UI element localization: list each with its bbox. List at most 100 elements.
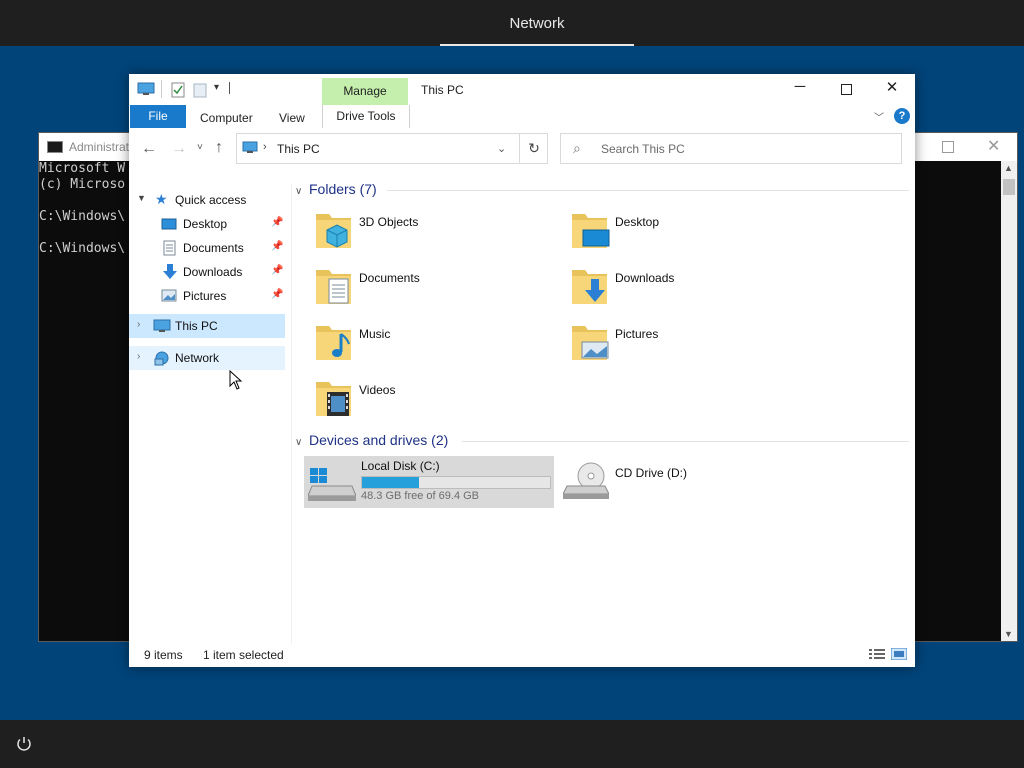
pin-icon: 📌: [271, 241, 284, 252]
file-explorer-window[interactable]: ▾ Manage This PC ─ ✕ File Computer View …: [129, 74, 915, 667]
top-bar: Network: [0, 0, 1024, 46]
drive-item-d[interactable]: CD Drive (D:): [561, 456, 811, 508]
help-icon[interactable]: ?: [894, 108, 910, 124]
nav-item-documents[interactable]: Documents 📌: [129, 236, 289, 260]
search-icon: ⌕: [573, 140, 581, 156]
cmd-icon: [47, 141, 63, 153]
network-icon: [154, 351, 169, 366]
details-view-icon[interactable]: [869, 648, 885, 660]
cmd-line: [39, 193, 125, 209]
expand-arrow-icon[interactable]: ›: [137, 319, 140, 330]
section-title: Devices and drives (2): [309, 432, 449, 448]
music-folder-icon: [316, 326, 351, 360]
pictures-icon: [161, 289, 177, 302]
desktop-folder-icon: [572, 214, 610, 248]
cmd-scrollbar[interactable]: ▲ ▼: [1001, 161, 1017, 641]
folder-item[interactable]: Pictures: [569, 320, 799, 370]
folder-item[interactable]: Documents: [313, 264, 543, 314]
nav-quick-access[interactable]: ▼ ★ Quick access: [129, 188, 289, 212]
scroll-up-icon[interactable]: ▲: [1004, 163, 1013, 173]
tab-view[interactable]: View: [279, 108, 305, 128]
search-box[interactable]: ⌕: [560, 133, 902, 164]
this-pc-icon[interactable]: [137, 82, 155, 96]
nav-item-pictures[interactable]: Pictures 📌: [129, 284, 289, 308]
section-title: Folders (7): [309, 181, 377, 197]
expand-arrow-icon[interactable]: ›: [137, 351, 140, 362]
address-path[interactable]: This PC: [277, 142, 320, 156]
documents-icon: [163, 240, 176, 256]
folders-header[interactable]: ∨ Folders (7): [295, 181, 377, 199]
nav-item-downloads[interactable]: Downloads 📌: [129, 260, 289, 284]
top-bar-underline: [440, 44, 634, 46]
power-options-icon[interactable]: [14, 734, 34, 754]
top-bar-title: Network: [509, 15, 565, 32]
drive-label: CD Drive (D:): [615, 466, 687, 480]
cmd-line: Microsoft W: [39, 161, 126, 176]
downloads-folder-icon: [572, 270, 607, 304]
star-icon: ★: [155, 191, 168, 207]
refresh-icon[interactable]: ↻: [519, 134, 548, 163]
drive-label: Local Disk (C:): [361, 459, 440, 473]
cmd-close-icon[interactable]: ✕: [987, 136, 1000, 156]
folder-item[interactable]: Videos: [313, 376, 543, 426]
folder-item[interactable]: Music: [313, 320, 543, 370]
folder-label: Music: [359, 327, 391, 341]
folder-item[interactable]: Desktop: [569, 208, 799, 258]
nav-item-desktop[interactable]: Desktop 📌: [129, 212, 289, 236]
folder-item[interactable]: 3D Objects: [313, 208, 543, 258]
expand-arrow-icon[interactable]: ▼: [137, 193, 146, 203]
this-pc-icon: [153, 319, 171, 332]
section-divider: [462, 441, 909, 442]
manage-contextual-header: Manage: [322, 78, 408, 105]
folder-label: Documents: [359, 271, 420, 285]
scroll-thumb[interactable]: [1003, 179, 1015, 195]
folder-item[interactable]: Downloads: [569, 264, 799, 314]
drive-item-c[interactable]: Local Disk (C:) 48.3 GB free of 69.4 GB: [304, 456, 554, 508]
scroll-down-icon[interactable]: ▼: [1004, 629, 1013, 639]
videos-folder-icon: [316, 382, 351, 416]
back-icon[interactable]: ←: [141, 140, 157, 158]
search-input[interactable]: [599, 139, 893, 159]
nav-label: Downloads: [183, 265, 243, 279]
cmd-line: (c) Microso: [39, 177, 126, 192]
customize-qat-icon[interactable]: ▾: [214, 82, 219, 93]
folder-label: Videos: [359, 383, 396, 397]
expand-ribbon-icon[interactable]: ﹀: [874, 109, 884, 124]
pin-icon: 📌: [271, 217, 284, 228]
tab-file[interactable]: File: [130, 105, 186, 128]
window-title: This PC: [421, 83, 464, 97]
forward-icon[interactable]: →: [171, 140, 187, 158]
recent-locations-icon[interactable]: ˅: [197, 142, 203, 153]
drive-usage-fill: [362, 477, 420, 488]
maximize-button[interactable]: [823, 78, 869, 100]
selection-count: 1 item selected: [203, 648, 284, 662]
breadcrumb-chevron-icon[interactable]: ›: [263, 141, 267, 153]
nav-label: Pictures: [183, 289, 227, 303]
cmd-output: Microsoft W (c) Microso C:\Windows\ C:\Wi…: [39, 161, 125, 257]
address-dropdown-icon[interactable]: ⌄: [497, 142, 506, 155]
up-icon[interactable]: ↑: [215, 139, 223, 157]
properties-icon[interactable]: [171, 82, 185, 98]
nav-label: Documents: [183, 241, 244, 255]
minimize-button[interactable]: ─: [777, 78, 823, 100]
address-bar[interactable]: › This PC ⌄ ↻: [236, 133, 548, 164]
devices-header[interactable]: ∨ Devices and drives (2): [295, 432, 448, 450]
collapse-icon[interactable]: ∨: [295, 437, 309, 448]
close-button[interactable]: ✕: [869, 78, 915, 100]
this-pc-icon: [242, 141, 258, 153]
folder-label: Downloads: [615, 271, 675, 285]
item-count: 9 items: [144, 648, 183, 662]
tab-drive-tools[interactable]: Drive Tools: [322, 105, 410, 128]
drive-usage-bar: [361, 476, 551, 489]
cmd-title: Administrat: [69, 140, 130, 154]
nav-network[interactable]: › Network: [129, 346, 285, 370]
nav-label: Network: [175, 351, 220, 365]
new-folder-icon[interactable]: [193, 82, 207, 98]
nav-this-pc[interactable]: › This PC: [129, 314, 285, 338]
collapse-icon[interactable]: ∨: [295, 186, 309, 197]
cmd-maximize-icon[interactable]: [942, 141, 954, 153]
status-bar: 9 items 1 item selected: [129, 644, 915, 667]
qat-divider: [161, 80, 162, 98]
large-icons-view-icon[interactable]: [891, 648, 907, 660]
tab-computer[interactable]: Computer: [200, 108, 253, 128]
